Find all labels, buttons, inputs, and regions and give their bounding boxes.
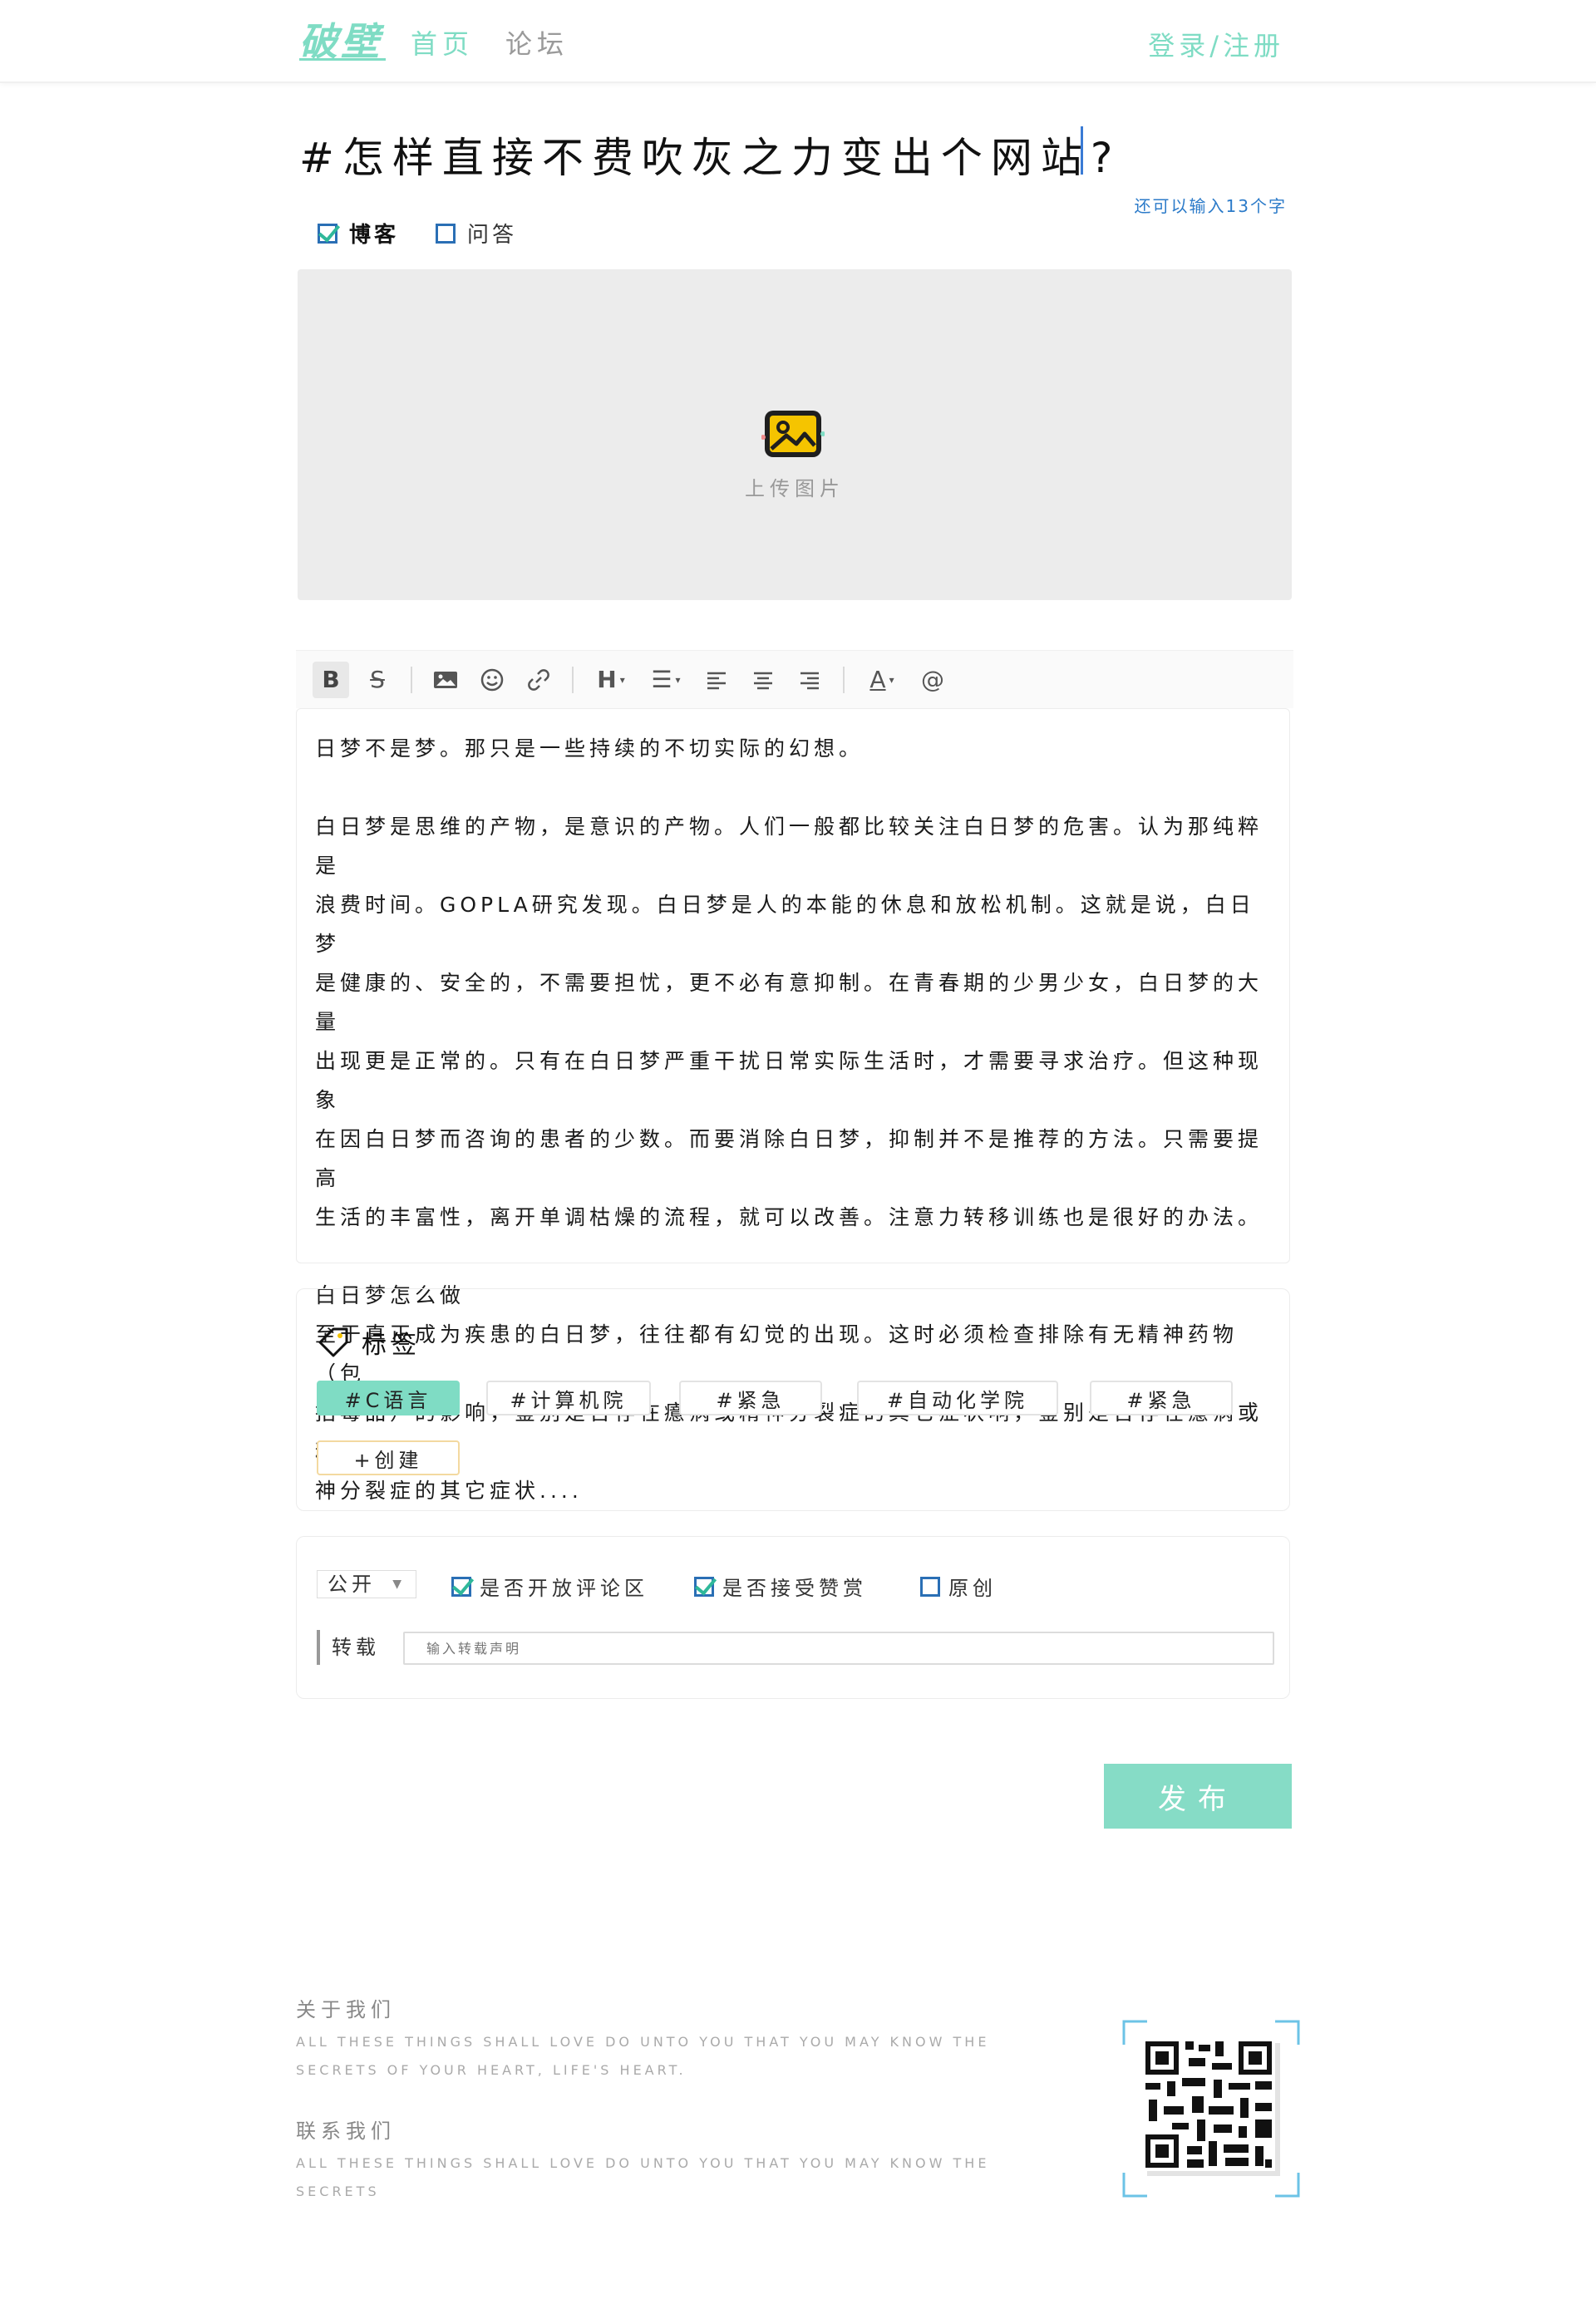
type-qa-label: 问答 bbox=[467, 223, 518, 248]
tags-heading: 标签 bbox=[317, 1324, 421, 1361]
nav-home[interactable]: 首页 bbox=[411, 23, 474, 62]
tag-chip[interactable]: #紧急 bbox=[679, 1381, 822, 1415]
image-icon[interactable] bbox=[427, 662, 464, 698]
tag-icon bbox=[318, 1327, 348, 1357]
emoji-icon[interactable] bbox=[474, 662, 510, 698]
logo-underline bbox=[299, 58, 386, 61]
mention-icon[interactable]: @ bbox=[914, 662, 951, 698]
original-checkbox[interactable] bbox=[920, 1576, 940, 1597]
body-line: 浪费时间。GOPLA研究发现。白日梦是人的本能的休息和放松机制。这就是说，白日梦 bbox=[315, 893, 1255, 956]
list-icon[interactable]: ☰ ▾ bbox=[643, 662, 688, 698]
publish-options-panel: 公开 ▼ 是否开放评论区 是否接受赞赏 原创 转载 bbox=[296, 1536, 1290, 1699]
allow-comments-option[interactable]: 是否开放评论区 bbox=[451, 1572, 648, 1601]
text-caret bbox=[1081, 126, 1083, 175]
link-icon[interactable] bbox=[520, 662, 557, 698]
type-blog-option[interactable]: 博客 bbox=[318, 218, 399, 249]
char-count-hint: 还可以输入13个字 bbox=[1134, 196, 1287, 216]
image-upload-area[interactable]: 上传图片 bbox=[298, 269, 1292, 600]
toolbar-divider bbox=[843, 666, 845, 693]
create-tag-button[interactable]: +创建 bbox=[317, 1440, 460, 1475]
upload-label: 上传图片 bbox=[745, 477, 845, 500]
toolbar-divider bbox=[572, 666, 574, 693]
footer-about-text: ALL THESE THINGS SHALL LOVE DO UNTO YOU … bbox=[296, 2034, 990, 2078]
nav-forum[interactable]: 论坛 bbox=[505, 23, 569, 62]
tags-panel: 标签 #C语言 #计算机院 #紧急 #自动化学院 #紧急 +创建 bbox=[296, 1288, 1290, 1511]
bold-icon[interactable]: B bbox=[313, 661, 349, 698]
qr-code-icon bbox=[1122, 2020, 1300, 2198]
body-line: 在因白日梦而咨询的患者的少数。而要消除白日梦，抑制并不是推荐的方法。只需要提高 bbox=[315, 1127, 1264, 1190]
align-left-icon[interactable] bbox=[698, 662, 735, 698]
body-line: 日梦不是梦。那只是一些持续的不切实际的幻想。 bbox=[315, 736, 864, 761]
tags-title-label: 标签 bbox=[362, 1331, 421, 1360]
tag-chip[interactable]: #自动化学院 bbox=[857, 1381, 1058, 1415]
body-line: 生活的丰富性，离开单调枯燥的流程，就可以改善。注意力转移训练也是很好的办法。 bbox=[315, 1205, 1264, 1229]
type-qa-option[interactable]: 问答 bbox=[436, 218, 517, 249]
repost-label: 转载 bbox=[317, 1630, 380, 1665]
post-body-editor[interactable]: 日梦不是梦。那只是一些持续的不切实际的幻想。白日梦是思维的产物，是意识的产物。人… bbox=[296, 708, 1290, 1503]
font-color-icon[interactable]: A ▾ bbox=[860, 662, 904, 698]
accept-tips-label: 是否接受赞赏 bbox=[722, 1577, 867, 1600]
blog-checkbox[interactable] bbox=[318, 223, 337, 244]
allow-comments-checkbox[interactable] bbox=[451, 1576, 471, 1597]
footer-about-title: 关于我们 bbox=[296, 1998, 396, 2021]
original-label: 原创 bbox=[948, 1577, 997, 1600]
tag-chip[interactable]: #计算机院 bbox=[486, 1381, 651, 1415]
qa-checkbox[interactable] bbox=[436, 223, 456, 244]
strikethrough-icon[interactable]: S bbox=[359, 662, 396, 698]
editor-toolbar: B S H ▾ ☰ ▾ A ▾ @ bbox=[296, 650, 1293, 708]
allow-comments-label: 是否开放评论区 bbox=[480, 1577, 648, 1600]
body-line: 是健康的、安全的，不需要担忧，更不必有意抑制。在青春期的少男少女，白日梦的大量 bbox=[315, 971, 1264, 1034]
tag-chip[interactable]: #紧急 bbox=[1090, 1381, 1233, 1415]
picture-icon bbox=[761, 411, 825, 457]
footer-contact-title: 联系我们 bbox=[296, 2120, 396, 2143]
type-blog-label: 博客 bbox=[349, 223, 400, 248]
publish-button[interactable]: 发布 bbox=[1104, 1764, 1292, 1829]
repost-statement-input[interactable] bbox=[403, 1632, 1274, 1665]
accept-tips-option[interactable]: 是否接受赞赏 bbox=[694, 1572, 867, 1601]
visibility-select[interactable]: 公开 ▼ bbox=[317, 1570, 416, 1598]
tag-chip[interactable]: #C语言 bbox=[317, 1381, 460, 1415]
accept-tips-checkbox[interactable] bbox=[694, 1576, 714, 1597]
body-line: 出现更是正常的。只有在白日梦严重干扰日常实际生活时，才需要寻求治疗。但这种现象 bbox=[315, 1049, 1264, 1112]
post-type-selector: 博客 问答 bbox=[318, 218, 517, 249]
body-line: 白日梦是思维的产物，是意识的产物。人们一般都比较关注白日梦的危害。认为那纯粹是 bbox=[315, 815, 1264, 878]
chevron-down-icon: ▼ bbox=[392, 1578, 406, 1591]
visibility-value: 公开 bbox=[328, 1573, 376, 1596]
align-center-icon[interactable] bbox=[745, 662, 781, 698]
original-option[interactable]: 原创 bbox=[920, 1572, 997, 1601]
login-register-link[interactable]: 登录/注册 bbox=[1148, 25, 1284, 63]
footer-contact-text: ALL THESE THINGS SHALL LOVE DO UNTO YOU … bbox=[296, 2155, 990, 2199]
toolbar-divider bbox=[411, 666, 412, 693]
top-navbar: 破壁 首页 论坛 登录/注册 bbox=[0, 0, 1596, 83]
align-right-icon[interactable] bbox=[791, 662, 828, 698]
heading-icon[interactable]: H ▾ bbox=[589, 662, 633, 698]
post-title-input[interactable]: #怎样直接不费吹灰之力变出个网站? bbox=[299, 125, 1121, 185]
